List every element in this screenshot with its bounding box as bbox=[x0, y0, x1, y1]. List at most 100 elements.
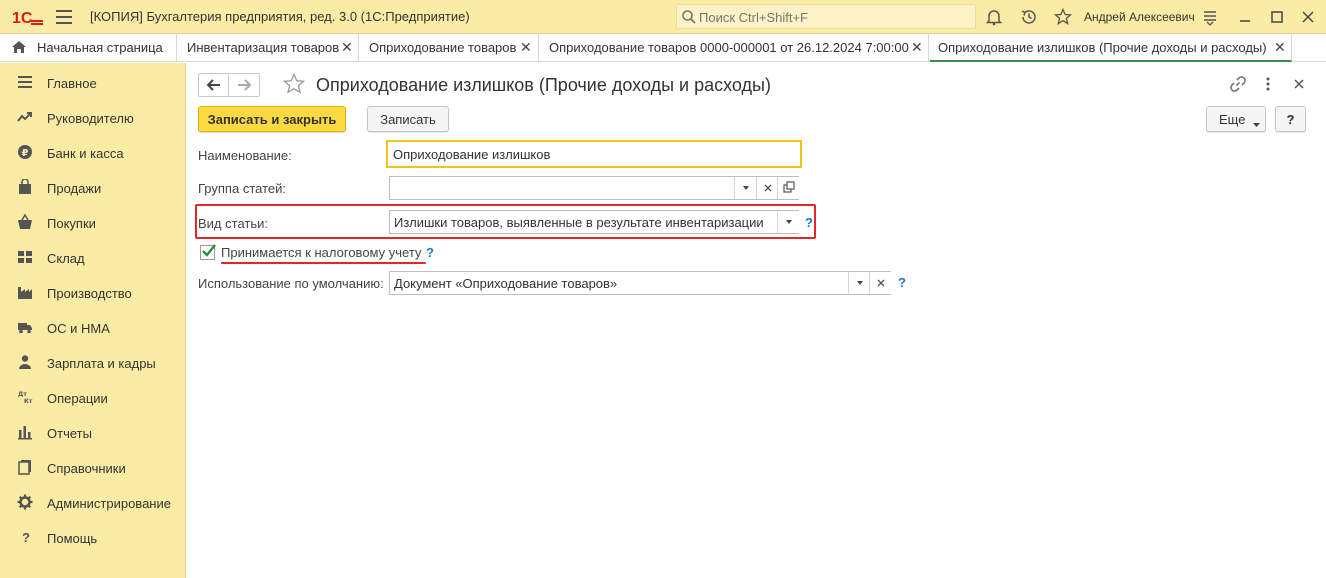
usage-field[interactable]: Документ «Оприходование товаров» bbox=[389, 271, 891, 295]
tab-inventory[interactable]: Инвентаризация товаров ✕ bbox=[177, 34, 359, 62]
sidebar-item-label: Склад bbox=[47, 251, 85, 266]
sidebar-item-purchases[interactable]: Покупки bbox=[0, 205, 186, 240]
tab-receipt-document[interactable]: Оприходование товаров 0000-000001 от 26.… bbox=[539, 34, 929, 62]
more-button-label: Еще bbox=[1219, 111, 1246, 127]
sidebar-item-main[interactable]: Главное bbox=[0, 65, 186, 100]
sidebar-item-label: Администрирование bbox=[47, 496, 171, 511]
search-icon bbox=[681, 9, 697, 25]
link-icon[interactable] bbox=[1229, 75, 1247, 93]
back-arrow-icon[interactable] bbox=[199, 74, 229, 96]
sidebar-item-administration[interactable]: Администрирование bbox=[0, 485, 186, 520]
sidebar-item-label: Операции bbox=[47, 391, 108, 406]
tax-highlight-underline bbox=[221, 262, 426, 264]
tax-label[interactable]: Принимается к налоговому учету bbox=[221, 245, 421, 260]
menu-lines-icon bbox=[17, 74, 33, 90]
kind-field[interactable]: Излишки товаров, выявленные в результате… bbox=[389, 210, 799, 234]
sidebar-item-label: Помощь bbox=[47, 531, 98, 546]
sidebar-item-label: Зарплата и кадры bbox=[47, 356, 156, 371]
tab-surplus-receipt[interactable]: Оприходование излишков (Прочие доходы и … bbox=[930, 34, 1292, 62]
group-field[interactable] bbox=[389, 176, 799, 200]
shopping-bag-icon bbox=[17, 178, 33, 195]
tab-label: Инвентаризация товаров bbox=[187, 40, 340, 55]
sidebar-item-sales[interactable]: Продажи bbox=[0, 170, 186, 205]
kind-value: Излишки товаров, выявленные в результате… bbox=[394, 215, 764, 230]
favorite-star-icon[interactable] bbox=[282, 72, 306, 95]
svg-text:Кт: Кт bbox=[24, 398, 33, 405]
sidebar-item-help[interactable]: ? Помощь bbox=[0, 520, 186, 555]
tab-label: Оприходование товаров 0000-000001 от 26.… bbox=[549, 40, 909, 55]
sidebar-item-label: Главное bbox=[47, 76, 97, 91]
kind-hint-icon[interactable]: ? bbox=[805, 215, 813, 230]
home-icon bbox=[11, 40, 27, 54]
save-and-close-button[interactable]: Записать и закрыть bbox=[198, 106, 346, 132]
forward-arrow-icon[interactable] bbox=[230, 74, 260, 96]
sections-sidebar: Главное Руководителю ₽ Банк и касса Прод… bbox=[0, 63, 186, 578]
svg-text:1С: 1С bbox=[12, 10, 33, 26]
usage-clear-icon[interactable] bbox=[869, 272, 891, 294]
usage-hint-icon[interactable]: ? bbox=[898, 275, 906, 290]
tab-receipt-goods[interactable]: Оприходование товаров ✕ bbox=[359, 34, 539, 62]
bell-icon[interactable] bbox=[985, 8, 1003, 26]
usage-label: Использование по умолчанию: bbox=[198, 276, 384, 291]
tax-checkbox[interactable] bbox=[200, 244, 216, 260]
sidebar-item-reports[interactable]: Отчеты bbox=[0, 415, 186, 450]
close-window-icon[interactable] bbox=[1299, 8, 1317, 26]
sidebar-item-label: Производство bbox=[47, 286, 132, 301]
usage-dropdown-icon[interactable] bbox=[848, 272, 870, 294]
sidebar-item-catalogs[interactable]: Справочники bbox=[0, 450, 186, 485]
sidebar-item-label: Отчеты bbox=[47, 426, 92, 441]
books-icon bbox=[17, 459, 33, 475]
warehouse-icon bbox=[17, 249, 33, 265]
trend-icon bbox=[17, 109, 33, 125]
help-button[interactable]: ? bbox=[1275, 106, 1306, 132]
maximize-icon[interactable] bbox=[1268, 8, 1286, 26]
kind-label: Вид статьи: bbox=[198, 216, 268, 231]
usage-value: Документ «Оприходование товаров» bbox=[394, 276, 618, 291]
more-actions-icon[interactable] bbox=[1259, 75, 1277, 93]
name-label: Наименование: bbox=[198, 148, 292, 163]
people-icon bbox=[17, 354, 33, 370]
form-area: Оприходование излишков (Прочие доходы и … bbox=[187, 63, 1326, 578]
factory-icon bbox=[17, 284, 33, 300]
svg-text:Дт: Дт bbox=[18, 391, 27, 398]
question-icon: ? bbox=[17, 529, 33, 545]
tab-label: Оприходование товаров bbox=[369, 40, 517, 55]
sidebar-item-label: ОС и НМА bbox=[47, 321, 110, 336]
sidebar-item-warehouse[interactable]: Склад bbox=[0, 240, 186, 275]
kind-dropdown-icon[interactable] bbox=[777, 211, 799, 233]
sidebar-item-fixed-assets[interactable]: ОС и НМА bbox=[0, 310, 186, 345]
more-button[interactable]: Еще bbox=[1206, 106, 1266, 132]
close-tab-icon[interactable]: ✕ bbox=[911, 39, 923, 56]
group-clear-icon[interactable] bbox=[756, 177, 778, 199]
name-field[interactable]: Оприходование излишков bbox=[386, 140, 802, 168]
sidebar-item-manager[interactable]: Руководителю bbox=[0, 100, 186, 135]
close-form-icon[interactable] bbox=[1290, 75, 1308, 93]
group-open-icon[interactable] bbox=[777, 177, 799, 199]
group-dropdown-icon[interactable] bbox=[734, 177, 756, 199]
search-input[interactable] bbox=[699, 8, 969, 26]
favorites-star-icon[interactable] bbox=[1053, 7, 1073, 26]
save-button[interactable]: Записать bbox=[367, 106, 449, 132]
close-tab-icon[interactable]: ✕ bbox=[520, 39, 532, 56]
group-label: Группа статей: bbox=[198, 181, 286, 196]
sidebar-item-production[interactable]: Производство bbox=[0, 275, 186, 310]
history-icon[interactable] bbox=[1020, 8, 1038, 26]
tab-label: Оприходование излишков (Прочие доходы и … bbox=[938, 40, 1267, 55]
tax-hint-icon[interactable]: ? bbox=[426, 245, 434, 260]
main-menu-icon[interactable] bbox=[56, 10, 72, 24]
svg-text:?: ? bbox=[22, 530, 30, 545]
svg-text:₽: ₽ bbox=[22, 148, 29, 159]
close-tab-icon[interactable]: ✕ bbox=[1274, 39, 1286, 56]
sidebar-item-bank[interactable]: ₽ Банк и касса bbox=[0, 135, 186, 170]
settings-menu-icon[interactable] bbox=[1201, 8, 1219, 26]
search-box[interactable] bbox=[676, 4, 976, 29]
close-tab-icon[interactable]: ✕ bbox=[341, 39, 353, 56]
sidebar-item-operations[interactable]: Дт Кт Операции bbox=[0, 380, 186, 415]
1c-logo-icon[interactable]: 1С bbox=[12, 8, 44, 27]
sidebar-item-label: Справочники bbox=[47, 461, 126, 476]
chevron-down-icon bbox=[1253, 116, 1260, 131]
tab-home[interactable]: Начальная страница bbox=[0, 34, 177, 62]
user-name[interactable]: Андрей Алексеевич bbox=[1084, 10, 1195, 24]
minimize-icon[interactable] bbox=[1236, 8, 1254, 26]
sidebar-item-payroll[interactable]: Зарплата и кадры bbox=[0, 345, 186, 380]
